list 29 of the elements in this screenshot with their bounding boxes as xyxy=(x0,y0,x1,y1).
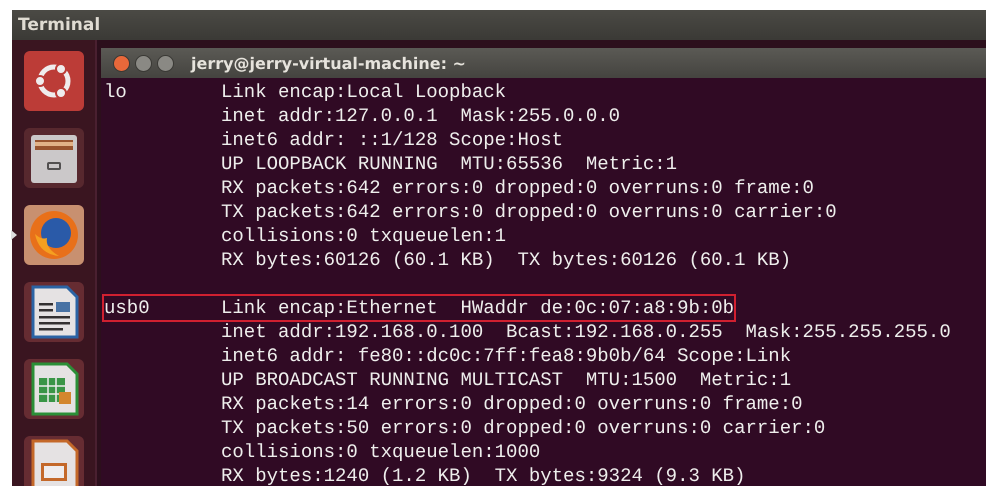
output-line: Link encap:Local Loopback xyxy=(221,80,506,104)
app-title: Terminal xyxy=(18,15,100,35)
firefox-icon[interactable] xyxy=(22,204,84,266)
window-title: jerry@jerry-virtual-machine: ~ xyxy=(191,54,466,72)
text-document-icon[interactable] xyxy=(22,281,84,343)
spreadsheet-icon[interactable] xyxy=(22,358,84,420)
output-line: UP LOOPBACK RUNNING MTU:65536 Metric:1 xyxy=(221,153,678,175)
output-line: inet6 addr: ::1/128 Scope:Host xyxy=(221,129,564,151)
maximize-button[interactable] xyxy=(157,54,174,72)
output-line: collisions:0 txqueuelen:1 xyxy=(221,225,506,247)
presentation-icon[interactable] xyxy=(22,435,84,486)
output-line: RX packets:14 errors:0 dropped:0 overruns:0 frame:0 xyxy=(221,393,802,415)
minimize-button[interactable] xyxy=(135,54,152,72)
close-button[interactable] xyxy=(113,54,130,72)
ubuntu-logo-icon[interactable] xyxy=(22,50,84,112)
output-line: RX bytes:1240 (1.2 KB) TX bytes:9324 (9.3 KB) xyxy=(221,465,746,486)
output-line: RX packets:642 errors:0 dropped:0 overruns:0 frame:0 xyxy=(221,177,814,199)
output-line: inet addr:127.0.0.1 Mask:255.0.0.0 xyxy=(221,105,620,127)
output-line: RX bytes:60126 (60.1 KB) TX bytes:60126 (60.1 KB) xyxy=(221,249,792,271)
output-line: collisions:0 txqueuelen:1000 xyxy=(221,441,540,463)
interface-name: lo xyxy=(104,80,128,104)
output-line: TX packets:642 errors:0 dropped:0 overruns:0 carrier:0 xyxy=(221,201,837,223)
output-line: inet6 addr: fe80::dc0c:7ff:fea8:9b0b/64 Scope:Link xyxy=(221,345,792,367)
output-line: UP BROADCAST RUNNING MULTICAST MTU:1500 Metric:1 xyxy=(221,369,792,391)
interface-name: usb0 xyxy=(104,296,151,320)
file-cabinet-icon[interactable] xyxy=(22,127,84,189)
output-line: Link encap:Ethernet HWaddr de:0c:07:a8:9b:0b xyxy=(221,296,734,320)
output-line: TX packets:50 errors:0 dropped:0 overruns:0 carrier:0 xyxy=(221,417,826,439)
output-line: inet addr:192.168.0.100 Bcast:192.168.0.255 Mask:255.255.255.0 xyxy=(221,321,951,343)
